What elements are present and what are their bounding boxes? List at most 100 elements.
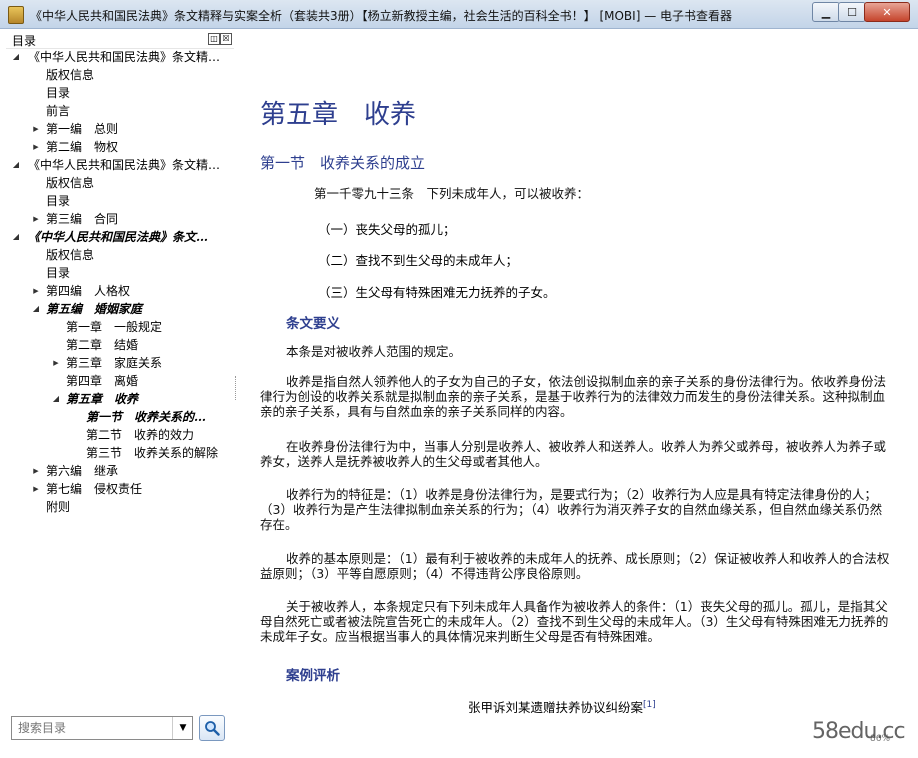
close-button[interactable]: ✕ [864, 2, 910, 22]
collapse-arrow-icon[interactable]: ▶ [30, 480, 42, 498]
toc-item[interactable]: ▶ 第二编 物权 [6, 138, 234, 156]
collapse-arrow-icon[interactable]: ▶ [30, 462, 42, 480]
toc-item-label: 版权信息 [46, 68, 95, 82]
toc-item-label: 前言 [46, 104, 71, 118]
toc-item-label: 版权信息 [46, 248, 95, 262]
subheading-interpretation: 条文要义 [286, 316, 340, 332]
expand-arrow-icon[interactable]: ◢ [10, 228, 22, 246]
collapse-arrow-icon[interactable]: ▶ [30, 210, 42, 228]
toc-item[interactable]: 第四章 离婚 [6, 372, 234, 390]
toc-item[interactable]: 附则 [6, 498, 234, 516]
magnifier-icon [205, 721, 220, 736]
toc-item-label: 第二章 结婚 [66, 338, 139, 352]
toc-item[interactable]: 前言 [6, 102, 234, 120]
toc-item-label: 《中华人民共和国民法典》条文… [28, 230, 209, 244]
panel-undock-icon[interactable]: ◫ [208, 33, 220, 45]
body-paragraph: 收养是指自然人领养他人的子女为自己的子女，依法创设拟制血亲的亲子关系的身份法律行… [260, 374, 887, 419]
article-text: 第一千零九十三条 下列未成年人，可以被收养： [314, 186, 590, 201]
toc-item-label: 目录 [46, 266, 71, 280]
toc-item[interactable]: ◢ 《中华人民共和国民法典》条文… [6, 228, 234, 246]
toc-item-label: 第一编 总则 [46, 122, 119, 136]
body-paragraph: 收养的基本原则是：（1）最有利于被收养的未成年人的抚养、成长原则；（2）保证被收… [260, 551, 890, 581]
article-item: （三）生父母有特殊困难无力抚养的子女。 [318, 285, 556, 300]
article-item: （一）丧失父母的孤儿； [318, 222, 456, 237]
toc-item-label: 第二编 物权 [46, 140, 119, 154]
toc-item[interactable]: ▶ 第一编 总则 [6, 120, 234, 138]
toc-item[interactable]: ▶ 第七编 侵权责任 [6, 480, 234, 498]
toc-item-label: 第五章 收养 [66, 392, 139, 406]
toc-item[interactable]: 第二节 收养的效力 [6, 426, 234, 444]
panel-close-icon[interactable]: ☒ [220, 33, 232, 45]
app-book-icon [8, 6, 24, 24]
expand-arrow-icon[interactable]: ◢ [10, 48, 22, 66]
toc-item[interactable]: ▶ 第三章 家庭关系 [6, 354, 234, 372]
toc-item[interactable]: ▶ 第六编 继承 [6, 462, 234, 480]
toc-item-label: 第三节 收养关系的解除 [86, 446, 219, 460]
toc-item[interactable]: 第二章 结婚 [6, 336, 234, 354]
chevron-down-icon[interactable]: ▼ [172, 717, 193, 739]
chapter-title: 第五章 收养 [260, 100, 417, 130]
maximize-button[interactable]: ☐ [838, 2, 866, 22]
toc-item-label: 《中华人民共和国民法典》条文精… [28, 50, 221, 64]
toc-panel: 目录 ◫ ☒ ◢ 《中华人民共和国民法典》条文精… 版权信息 目录 前言 ▶ 第一编 总则 ▶… [6, 30, 234, 746]
section-title: 第一节 收养关系的成立 [260, 154, 426, 172]
minimize-button[interactable]: ▁ [812, 2, 840, 22]
window-title: 《中华人民共和国民法典》条文精释与实案全析（套装共3册）【杨立新教授主编，社会生… [30, 9, 733, 23]
toc-item[interactable]: ◢ 第五章 收养 [6, 390, 234, 408]
toc-item-label: 第二节 收养的效力 [86, 428, 195, 442]
toc-item[interactable]: 第一节 收养关系的… [6, 408, 234, 426]
toc-item-label: 第五编 婚姻家庭 [46, 302, 143, 316]
article-item: （二）查找不到生父母的未成年人； [318, 253, 519, 268]
toc-item-label: 版权信息 [46, 176, 95, 190]
toc-item[interactable]: 第三节 收养关系的解除 [6, 444, 234, 462]
case-title-text: 张甲诉刘某遗赠扶养协议纠纷案 [468, 700, 644, 715]
watermark: 58edu.cc [812, 719, 906, 744]
collapse-arrow-icon[interactable]: ▶ [30, 138, 42, 156]
title-bar: 《中华人民共和国民法典》条文精释与实案全析（套装共3册）【杨立新教授主编，社会生… [0, 0, 918, 29]
toc-search-input[interactable] [12, 717, 172, 739]
toc-search-combo[interactable]: ▼ [11, 716, 193, 740]
body-paragraph: 关于被收养人，本条规定只有下列未成年人具备作为被收养人的条件：（1）丧失父母的孤… [260, 599, 889, 644]
subheading-case-analysis: 案例评析 [286, 668, 340, 684]
toc-item[interactable]: 版权信息 [6, 246, 234, 264]
toc-item[interactable]: 版权信息 [6, 66, 234, 84]
body-paragraph: 本条是对被收养人范围的规定。 [286, 344, 462, 359]
footnote-link[interactable]: [1] [643, 700, 656, 710]
toc-item-label: 目录 [46, 194, 71, 208]
toc-item[interactable]: 版权信息 [6, 174, 234, 192]
toc-item[interactable]: 目录 [6, 84, 234, 102]
toc-item[interactable]: 第一章 一般规定 [6, 318, 234, 336]
toc-item[interactable]: ◢ 《中华人民共和国民法典》条文精… [6, 48, 234, 66]
toc-item-label: 附则 [46, 500, 71, 514]
toc-item-label: 第四章 离婚 [66, 374, 139, 388]
toc-item-label: 第七编 侵权责任 [46, 482, 143, 496]
splitter-grip[interactable] [235, 376, 239, 400]
body-paragraph: 在收养身份法律行为中，当事人分别是收养人、被收养人和送养人。收养人为养父或养母，… [260, 439, 887, 469]
toc-panel-title: 目录 [12, 34, 37, 48]
toc-item-label: 第一章 一般规定 [66, 320, 163, 334]
toc-item[interactable]: ◢ 第五编 婚姻家庭 [6, 300, 234, 318]
collapse-arrow-icon[interactable]: ▶ [30, 120, 42, 138]
toc-item-label: 第六编 继承 [46, 464, 119, 478]
toc-item-label: 第四编 人格权 [46, 284, 131, 298]
collapse-arrow-icon[interactable]: ▶ [50, 354, 62, 372]
expand-arrow-icon[interactable]: ◢ [30, 300, 42, 318]
toc-item[interactable]: ▶ 第三编 合同 [6, 210, 234, 228]
case-title: 张甲诉刘某遗赠扶养协议纠纷案[1] [468, 697, 656, 716]
expand-arrow-icon[interactable]: ◢ [50, 390, 62, 408]
toc-item[interactable]: ◢ 《中华人民共和国民法典》条文精… [6, 156, 234, 174]
toc-item-label: 目录 [46, 86, 71, 100]
body-paragraph: 收养行为的特征是：（1）收养是身份法律行为，是要式行为；（2）收养行为人应是具有… [260, 487, 883, 532]
toc-tree: ◢ 《中华人民共和国民法典》条文精… 版权信息 目录 前言 ▶ 第一编 总则 ▶ 第二编 物权 ◢… [6, 48, 234, 516]
toc-item[interactable]: 目录 [6, 192, 234, 210]
toc-item[interactable]: 目录 [6, 264, 234, 282]
toc-item-label: 第一节 收养关系的… [86, 410, 207, 424]
toc-item[interactable]: ▶ 第四编 人格权 [6, 282, 234, 300]
toc-item-label: 第三编 合同 [46, 212, 119, 226]
reader-content[interactable]: 第五章 收养 第一节 收养关系的成立 第一千零九十三条 下列未成年人，可以被收养… [240, 30, 912, 746]
collapse-arrow-icon[interactable]: ▶ [30, 282, 42, 300]
toc-item-label: 第三章 家庭关系 [66, 356, 163, 370]
search-button[interactable] [199, 715, 225, 741]
expand-arrow-icon[interactable]: ◢ [10, 156, 22, 174]
toc-panel-header: 目录 ◫ ☒ [6, 30, 234, 49]
